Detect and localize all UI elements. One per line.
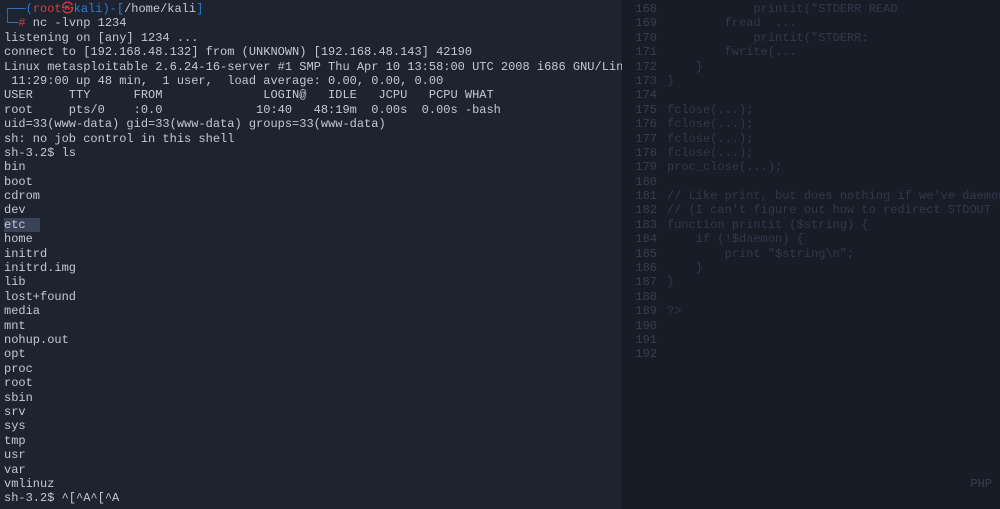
dir-item: sys (4, 419, 618, 433)
code-line: 191 (629, 333, 994, 347)
dir-item: tmp (4, 434, 618, 448)
dir-item: opt (4, 347, 618, 361)
code-line: 192 (629, 347, 994, 361)
dir-item: boot (4, 175, 618, 189)
code-line: 190 (629, 319, 994, 333)
prompt-line-1: ┌──(root㉿kali)-[/home/kali] (4, 2, 618, 16)
terminal-left[interactable]: ┌──(root㉿kali)-[/home/kali] └─# nc -lvnp… (0, 0, 622, 509)
code-line: 186 } (629, 261, 994, 275)
code-line: 182// (I can't figure out how to redirec… (629, 203, 994, 217)
output-connect: connect to [192.168.48.132] from (UNKNOW… (4, 45, 618, 59)
code-line: 183function printit ($string) { (629, 218, 994, 232)
code-line: 184 if (!$daemon) { (629, 232, 994, 246)
sh-ls-line[interactable]: sh-3.2$ ls (4, 146, 618, 160)
code-line: 172 } (629, 60, 994, 74)
dir-item: usr (4, 448, 618, 462)
dir-item: sbin (4, 391, 618, 405)
dir-item: lib (4, 275, 618, 289)
code-line: 185 print "$string\n"; (629, 247, 994, 261)
code-line: 174 (629, 88, 994, 102)
dir-item: initrd (4, 247, 618, 261)
dir-item: initrd.img (4, 261, 618, 275)
dir-item: dev (4, 203, 618, 217)
dir-item: srv (4, 405, 618, 419)
language-indicator: PHP (970, 477, 992, 491)
code-line: 189?> (629, 304, 994, 318)
code-line: 168 printit("STDERR READ (629, 2, 994, 16)
dir-item: mnt (4, 319, 618, 333)
output-uname: Linux metasploitable 2.6.24-16-server #1… (4, 60, 618, 74)
output-w-line: root pts/0 :0.0 10:40 48:19m 0.00s 0.00s… (4, 103, 618, 117)
code-line: 170 printit("STDERR: (629, 31, 994, 45)
code-line: 173} (629, 74, 994, 88)
dir-item: home (4, 232, 618, 246)
dir-item: vmlinuz (4, 477, 618, 491)
dir-item: etc (4, 218, 618, 232)
dir-item: cdrom (4, 189, 618, 203)
code-line: 169 fread ... (629, 16, 994, 30)
dir-item: var (4, 463, 618, 477)
code-line: 179proc_close(...); (629, 160, 994, 174)
dir-item: nohup.out (4, 333, 618, 347)
prompt-line-2[interactable]: └─# nc -lvnp 1234 (4, 16, 618, 30)
output-w-header: USER TTY FROM LOGIN@ IDLE JCPU PCPU WHAT (4, 88, 618, 102)
code-line: 177fclose(...); (629, 132, 994, 146)
dir-item: media (4, 304, 618, 318)
output-listening: listening on [any] 1234 ... (4, 31, 618, 45)
dir-item: lost+found (4, 290, 618, 304)
output-id: uid=33(www-data) gid=33(www-data) groups… (4, 117, 618, 131)
code-line: 181// Like print, but does nothing if we… (629, 189, 994, 203)
dir-item: proc (4, 362, 618, 376)
code-line: 187} (629, 275, 994, 289)
code-line: 175fclose(...); (629, 103, 994, 117)
output-uptime: 11:29:00 up 48 min, 1 user, load average… (4, 74, 618, 88)
code-line: 176fclose(...); (629, 117, 994, 131)
output-nojob: sh: no job control in this shell (4, 132, 618, 146)
code-line: 171 fwrite(... (629, 45, 994, 59)
code-line: 178fclose(...); (629, 146, 994, 160)
code-editor-right[interactable]: 168 printit("STDERR READ169 fread ...170… (622, 0, 1000, 509)
dir-item: bin (4, 160, 618, 174)
dir-item: root (4, 376, 618, 390)
sh-last-line[interactable]: sh-3.2$ ^[^A^[^A (4, 491, 618, 505)
code-line: 188 (629, 290, 994, 304)
code-line: 180 (629, 175, 994, 189)
